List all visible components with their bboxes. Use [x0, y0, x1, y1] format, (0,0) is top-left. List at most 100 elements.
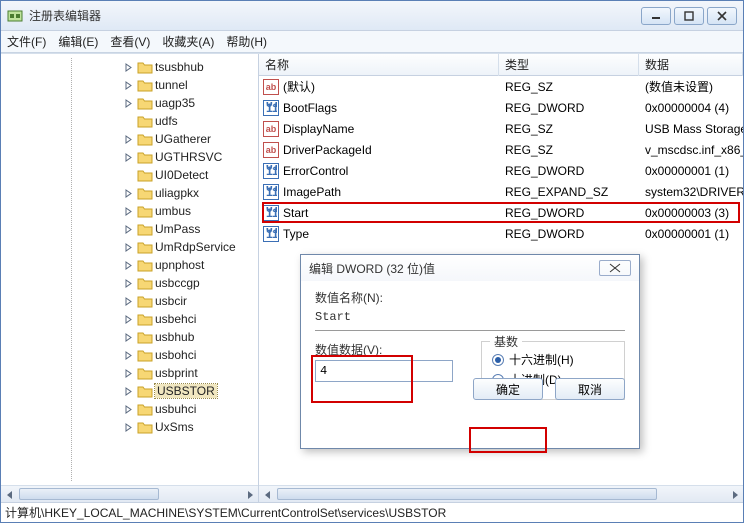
value-row[interactable]: ab(默认)REG_SZ(数值未设置) — [259, 76, 743, 97]
folder-icon — [137, 294, 153, 308]
expander-icon[interactable] — [123, 278, 133, 288]
menu-fav[interactable]: 收藏夹(A) — [162, 33, 214, 50]
value-type: REG_DWORD — [499, 164, 639, 178]
value-data: v_mscdsc.inf_x86_n — [639, 143, 743, 157]
app-icon — [7, 8, 23, 24]
value-data: (数值未设置) — [639, 78, 743, 95]
expander-icon[interactable] — [123, 116, 133, 126]
expander-icon[interactable] — [123, 80, 133, 90]
value-name: ImagePath — [283, 185, 341, 199]
col-name[interactable]: 名称 — [259, 54, 499, 76]
value-data: 0x00000003 (3) — [639, 206, 743, 220]
regedit-window: 注册表编辑器 文件(F) 编辑(E) 查看(V) 收藏夹(A) 帮助(H) ts… — [0, 0, 744, 523]
value-data: USB Mass Storage — [639, 122, 743, 136]
tree-node[interactable]: usbhub — [3, 328, 258, 346]
expander-icon[interactable] — [123, 422, 133, 432]
tree-node[interactable]: usbohci — [3, 346, 258, 364]
tree-node[interactable]: UxSms — [3, 418, 258, 436]
tree-node[interactable]: usbuhci — [3, 400, 258, 418]
expander-icon[interactable] — [123, 332, 133, 342]
tree-node[interactable]: usbprint — [3, 364, 258, 382]
value-row[interactable]: abDriverPackageIdREG_SZv_mscdsc.inf_x86_… — [259, 139, 743, 160]
expander-icon[interactable] — [123, 134, 133, 144]
tree-node-label: usbcir — [155, 294, 187, 308]
tree-pane: tsusbhubtunnel uagp35 udfsUGathererUGTHRSV… — [1, 54, 259, 502]
list-hscrollbar[interactable] — [259, 485, 743, 502]
value-row[interactable]: abDisplayNameREG_SZUSB Mass Storage — [259, 118, 743, 139]
tree-node[interactable]: uliagpkx — [3, 184, 258, 202]
tree-node[interactable]: tsusbhub — [3, 58, 258, 76]
expander-icon[interactable] — [123, 188, 133, 198]
expander-icon[interactable] — [123, 260, 133, 270]
expander-icon[interactable] — [123, 296, 133, 306]
tree-node[interactable]: usbcir — [3, 292, 258, 310]
folder-icon — [137, 258, 153, 272]
expander-icon[interactable] — [123, 152, 133, 162]
binary-value-icon: 011110 — [263, 226, 279, 242]
expander-icon[interactable] — [123, 170, 133, 180]
binary-value-icon: 011110 — [263, 184, 279, 200]
menu-edit[interactable]: 编辑(E) — [58, 33, 98, 50]
tree-node[interactable]: UmRdpService — [3, 238, 258, 256]
window-title: 注册表编辑器 — [29, 7, 641, 24]
tree-node[interactable]: UmPass — [3, 220, 258, 238]
value-row[interactable]: 011110ErrorControlREG_DWORD0x00000001 (1… — [259, 160, 743, 181]
tree-node-label: uliagpkx — [155, 186, 199, 200]
minimize-button[interactable] — [641, 7, 671, 25]
folder-icon — [137, 240, 153, 254]
value-type: REG_SZ — [499, 122, 639, 136]
value-row[interactable]: 011110StartREG_DWORD0x00000003 (3) — [259, 202, 743, 223]
tree-node[interactable]: tunnel — [3, 76, 258, 94]
tree-node[interactable]: UGatherer — [3, 130, 258, 148]
tree-node[interactable]: udfs — [3, 112, 258, 130]
tree-node[interactable]: UGTHRSVC — [3, 148, 258, 166]
tree-node[interactable]: usbccgp — [3, 274, 258, 292]
menu-file[interactable]: 文件(F) — [7, 33, 46, 50]
folder-icon — [137, 384, 153, 398]
value-row[interactable]: 011110ImagePathREG_EXPAND_SZsystem32\DRI… — [259, 181, 743, 202]
expander-icon[interactable] — [123, 62, 133, 72]
tree-node-label: umbus — [155, 204, 191, 218]
col-type[interactable]: 类型 — [499, 54, 639, 76]
close-button[interactable] — [707, 7, 737, 25]
expander-icon[interactable] — [123, 350, 133, 360]
tree-node[interactable]: upnphost — [3, 256, 258, 274]
tree-node[interactable]: umbus — [3, 202, 258, 220]
expander-icon[interactable] — [123, 98, 133, 108]
expander-icon[interactable] — [123, 206, 133, 216]
menu-help[interactable]: 帮助(H) — [226, 33, 267, 50]
col-data[interactable]: 数据 — [639, 54, 743, 76]
expander-icon[interactable] — [123, 386, 133, 396]
tree-node[interactable]: USBSTOR — [3, 382, 258, 400]
tree-node[interactable]: uagp35 — [3, 94, 258, 112]
string-value-icon: ab — [263, 121, 279, 137]
value-name: Type — [283, 227, 309, 241]
tree[interactable]: tsusbhubtunnel uagp35 udfsUGathererUGTHRSV… — [1, 54, 258, 485]
maximize-button[interactable] — [674, 7, 704, 25]
value-data: 0x00000001 (1) — [639, 227, 743, 241]
binary-value-icon: 011110 — [263, 163, 279, 179]
tree-node-label: uagp35 — [155, 96, 195, 110]
expander-icon[interactable] — [123, 314, 133, 324]
folder-icon — [137, 312, 153, 326]
tree-node[interactable]: usbehci — [3, 310, 258, 328]
folder-icon — [137, 96, 153, 110]
expander-icon[interactable] — [123, 242, 133, 252]
binary-value-icon: 011110 — [263, 100, 279, 116]
tree-node-label: upnphost — [155, 258, 204, 272]
expander-icon[interactable] — [123, 404, 133, 414]
value-name: Start — [283, 206, 308, 220]
tree-node[interactable]: UI0Detect — [3, 166, 258, 184]
value-row[interactable]: 011110TypeREG_DWORD0x00000001 (1) — [259, 223, 743, 244]
value-list[interactable]: ab(默认)REG_SZ(数值未设置)011110BootFlagsREG_DW… — [259, 76, 743, 485]
folder-icon — [137, 222, 153, 236]
value-type: REG_SZ — [499, 143, 639, 157]
menu-view[interactable]: 查看(V) — [110, 33, 150, 50]
expander-icon[interactable] — [123, 368, 133, 378]
value-row[interactable]: 011110BootFlagsREG_DWORD0x00000004 (4) — [259, 97, 743, 118]
folder-icon — [137, 78, 153, 92]
expander-icon[interactable] — [123, 224, 133, 234]
list-pane: 名称 类型 数据 ab(默认)REG_SZ(数值未设置)011110BootFl… — [259, 54, 743, 502]
tree-hscrollbar[interactable] — [1, 485, 258, 502]
tree-node-label: UmRdpService — [155, 240, 236, 254]
